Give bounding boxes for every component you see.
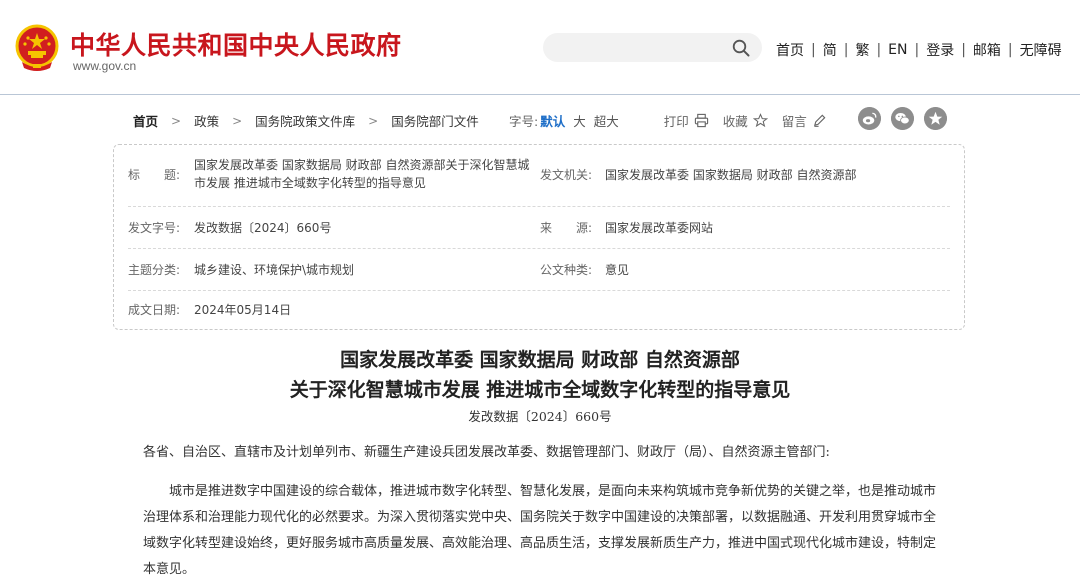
nav-english[interactable]: EN (888, 42, 907, 58)
breadcrumb-department-docs[interactable]: 国务院部门文件 (391, 111, 479, 130)
font-size-xlarge[interactable]: 超大 (594, 111, 619, 130)
article-doc-number: 发改数据〔2024〕660号 (468, 409, 612, 424)
font-size-default[interactable]: 默认 (540, 111, 565, 130)
title-value: 国家发展改革委 国家数据局 财政部 自然资源部关于深化智慧城市发展 推进城市全域… (194, 158, 530, 190)
weibo-icon[interactable] (858, 107, 881, 130)
info-row-title: 标 题: 国家发展改革委 国家数据局 财政部 自然资源部关于深化智慧城市发展 推… (128, 145, 950, 207)
search-icon[interactable] (732, 39, 750, 57)
source-label: 来 源: (540, 221, 593, 235)
source-value: 国家发展改革委网站 (605, 221, 714, 235)
nav-separator: | (843, 42, 849, 58)
comment-button[interactable]: 留言 (782, 111, 827, 130)
title-label: 标 题: (128, 168, 181, 182)
print-button[interactable]: 打印 (664, 111, 709, 130)
breadcrumb: 首页 > 政策 > 国务院政策文件库 > 国务院部门文件 (133, 111, 479, 130)
nav-separator: | (1007, 42, 1013, 58)
type-label: 公文种类: (540, 263, 593, 277)
nav-home[interactable]: 首页 (776, 40, 804, 60)
topic-value: 城乡建设、环境保护\城市规划 (194, 263, 355, 277)
chevron-right-icon: > (171, 113, 182, 128)
pencil-icon (813, 114, 826, 127)
issuer-value: 国家发展改革委 国家数据局 财政部 自然资源部 (605, 168, 857, 182)
nav-traditional[interactable]: 繁 (855, 40, 869, 60)
article-toolbar: 字号: 默认 大 超大 打印 收藏 留言 (509, 111, 827, 130)
info-row-docno: 发文字号: 发改数据〔2024〕660号 来 源: 国家发展改革委网站 (128, 207, 950, 249)
favorite-label: 收藏 (722, 114, 748, 129)
date-label: 成文日期: (128, 303, 181, 317)
breadcrumb-home[interactable]: 首页 (133, 111, 158, 130)
printer-icon (694, 113, 708, 128)
nav-separator: | (914, 42, 920, 58)
font-size-label: 字号: (509, 114, 539, 129)
info-row-topic: 主题分类: 城乡建设、环境保护\城市规划 公文种类: 意见 (128, 249, 950, 291)
national-emblem-icon[interactable] (14, 24, 60, 72)
nav-login[interactable]: 登录 (926, 40, 954, 60)
comment-label: 留言 (781, 114, 807, 129)
wechat-icon[interactable] (891, 107, 914, 130)
date-value: 2024年05月14日 (194, 303, 292, 317)
document-info-box: 标 题: 国家发展改革委 国家数据局 财政部 自然资源部关于深化智慧城市发展 推… (113, 144, 965, 330)
star-outline-icon (752, 113, 768, 128)
star-icon[interactable] (924, 107, 947, 130)
article-paragraph: 城市是推进数字中国建设的综合载体，推进城市数字化转型、智慧化发展，是面向未来构筑… (143, 484, 937, 577)
favorite-button[interactable]: 收藏 (723, 111, 768, 130)
article-title-line2: 关于深化智慧城市发展 推进城市全域数字化转型的指导意见 (289, 379, 791, 401)
nav-mail[interactable]: 邮箱 (973, 40, 1001, 60)
nav-simplified[interactable]: 简 (823, 40, 837, 60)
breadcrumb-policy-library[interactable]: 国务院政策文件库 (255, 111, 355, 130)
issuer-label: 发文机关: (540, 168, 593, 182)
search-input[interactable] (543, 33, 762, 62)
top-nav: 首页 | 简 | 繁 | EN | 登录 | 邮箱 | 无障碍 (776, 40, 1062, 60)
docno-label: 发文字号: (128, 221, 181, 235)
nav-separator: | (876, 42, 882, 58)
chevron-right-icon: > (368, 113, 379, 128)
info-row-date: 成文日期: 2024年05月14日 (128, 291, 950, 329)
topic-label: 主题分类: (128, 263, 181, 277)
breadcrumb-policy[interactable]: 政策 (194, 111, 219, 130)
nav-accessibility[interactable]: 无障碍 (1020, 40, 1062, 60)
article-salutation: 各省、自治区、直辖市及计划单列市、新疆生产建设兵团发展改革委、数据管理部门、财政… (143, 445, 830, 460)
chevron-right-icon: > (232, 113, 243, 128)
docno-value: 发改数据〔2024〕660号 (194, 221, 332, 235)
font-size-large[interactable]: 大 (573, 111, 586, 130)
site-title[interactable]: 中华人民共和国中央人民政府 (70, 26, 402, 62)
nav-separator: | (961, 42, 966, 58)
article-title-line1: 国家发展改革委 国家数据局 财政部 自然资源部 (340, 349, 740, 371)
nav-separator: | (811, 42, 816, 58)
print-label: 打印 (663, 114, 689, 129)
site-url[interactable]: www.gov.cn (73, 59, 136, 73)
site-header: 中华人民共和国中央人民政府 www.gov.cn 首页 | 简 | 繁 | EN… (0, 0, 1080, 95)
type-value: 意见 (605, 263, 630, 277)
